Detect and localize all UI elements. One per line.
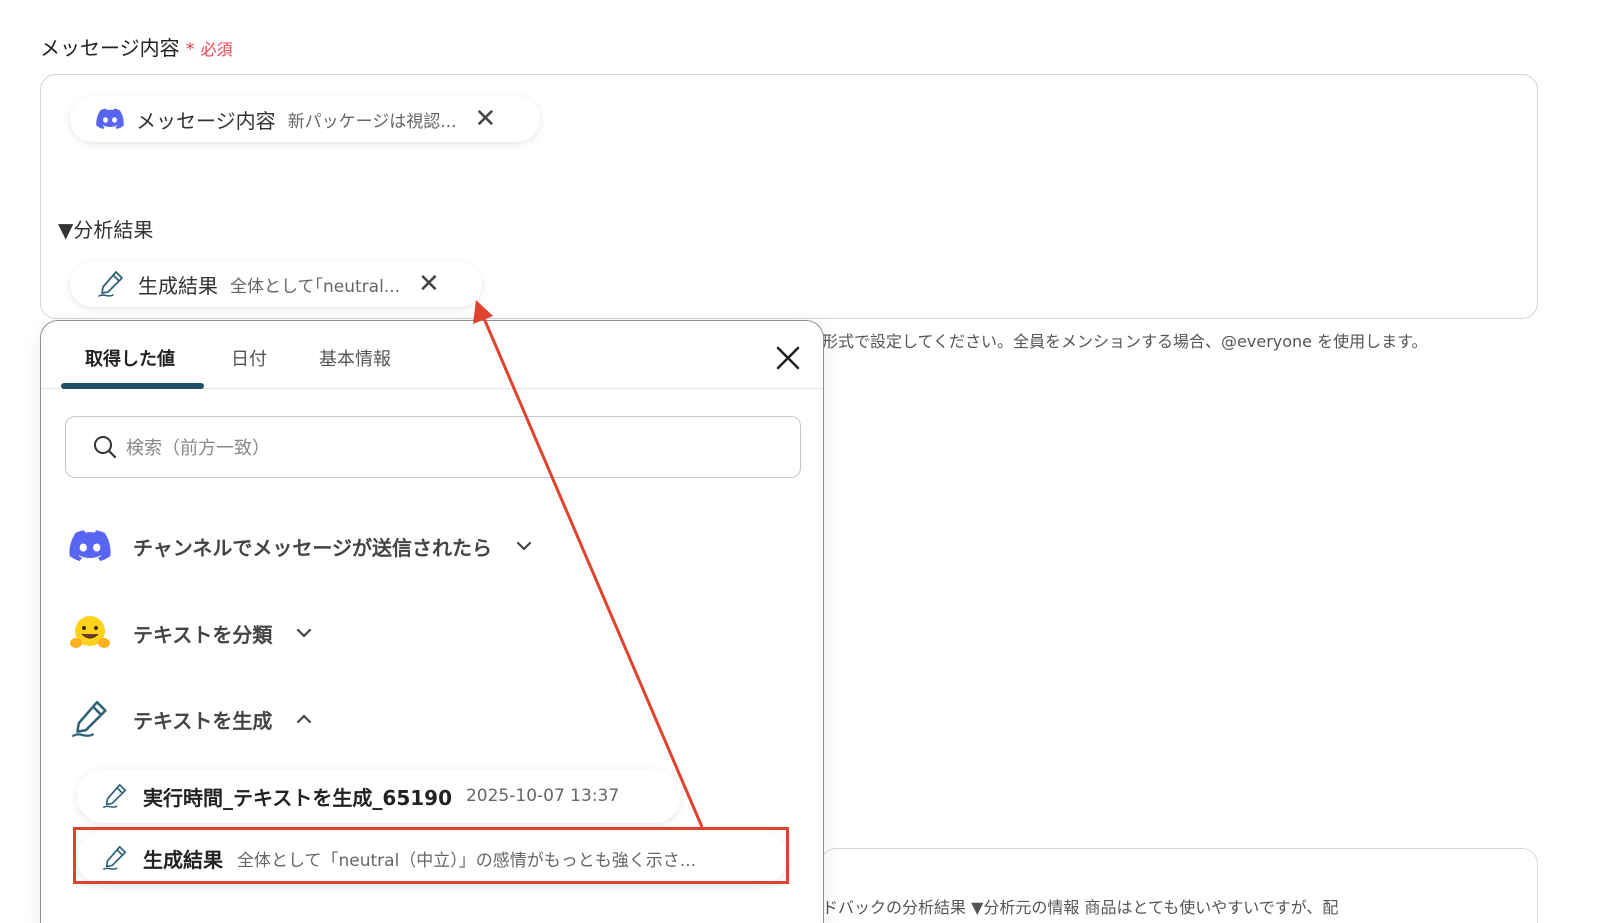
item-name: 実行時間_テキストを生成_65190: [143, 785, 452, 810]
close-icon[interactable]: [773, 343, 803, 373]
remove-chip-icon[interactable]: ✕: [474, 106, 496, 132]
variable-chip-message-content[interactable]: メッセージ内容 新パッケージは視認... ✕: [70, 96, 540, 142]
group-label: テキストを分類: [133, 622, 273, 647]
chip-name: メッセージ内容: [136, 108, 276, 133]
discord-icon: [96, 108, 124, 130]
tab-date[interactable]: 日付: [231, 345, 267, 371]
analysis-section-text: ▼分析結果: [58, 218, 154, 242]
group-text-classify[interactable]: テキストを分類: [69, 613, 314, 653]
chip-name: 生成結果: [138, 273, 218, 298]
group-text-generate[interactable]: テキストを生成: [69, 697, 314, 741]
tab-acquired-values[interactable]: 取得した値: [85, 345, 175, 371]
chip-value: 新パッケージは視認...: [287, 111, 457, 132]
group-label: チャンネルでメッセージが送信されたら: [133, 535, 492, 560]
group-label: テキストを生成: [133, 708, 273, 733]
search-icon: [94, 436, 117, 459]
hugging-face-icon: [70, 616, 110, 648]
group-discord-trigger[interactable]: チャンネルでメッセージが送信されたら: [69, 529, 534, 563]
chevron-down-icon: [516, 541, 532, 551]
pencil-icon: [103, 783, 127, 808]
field-label-text: メッセージ内容: [40, 36, 180, 60]
tab-basic-info[interactable]: 基本情報: [319, 345, 391, 371]
message-field-label: メッセージ内容 * 必須: [40, 32, 233, 61]
variable-chip-generated-result[interactable]: 生成結果 全体として｢neutral... ✕: [70, 261, 482, 307]
discord-icon: [69, 530, 111, 562]
chevron-down-icon: [297, 628, 312, 638]
pencil-icon: [72, 700, 107, 737]
field-hint-text: 形式で設定してください。全員をメンションする場合、@everyone を使用しま…: [822, 332, 1428, 351]
picker-tabs: 取得した値 日付 基本情報: [41, 321, 823, 389]
annotation-highlight-box: [73, 827, 789, 884]
active-tab-indicator: [61, 383, 204, 389]
remove-chip-icon[interactable]: ✕: [418, 271, 440, 297]
next-field-text: ドバックの分析結果 ▼分析元の情報 商品はとても使いやすいですが、配: [822, 898, 1339, 917]
chevron-up-icon: [297, 714, 312, 724]
variable-item-execution-time[interactable]: 実行時間_テキストを生成_65190 2025-10-07 13:37: [77, 769, 681, 823]
pencil-icon: [98, 271, 123, 297]
search-input[interactable]: 検索（前方一致）: [65, 416, 801, 478]
required-star: *: [185, 39, 195, 60]
required-text: 必須: [200, 40, 233, 59]
search-placeholder: 検索（前方一致）: [126, 438, 270, 459]
item-value: 2025-10-07 13:37: [465, 786, 620, 806]
chip-value: 全体として｢neutral...: [230, 276, 401, 297]
